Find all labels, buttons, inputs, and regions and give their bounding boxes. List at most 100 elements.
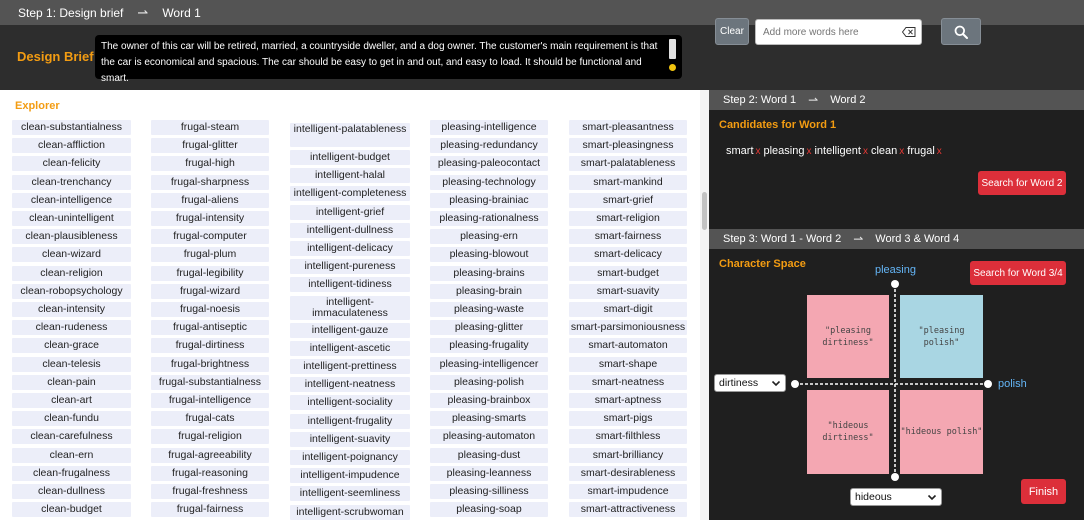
word-chip[interactable]: smart-suavity: [569, 283, 687, 299]
word-chip[interactable]: smart-fairness: [569, 229, 687, 245]
remove-icon[interactable]: x: [937, 146, 942, 157]
remove-icon[interactable]: x: [806, 146, 811, 157]
word-chip[interactable]: frugal-reasoning: [151, 465, 269, 481]
remove-icon[interactable]: x: [756, 146, 761, 157]
word-chip[interactable]: frugal-dirtiness: [151, 338, 269, 354]
word-chip[interactable]: pleasing-silliness: [430, 484, 548, 499]
word-chip[interactable]: smart-delicacy: [569, 247, 687, 263]
word-chip[interactable]: intelligent-suavity: [290, 431, 410, 447]
word-chip[interactable]: clean-intensity: [12, 302, 131, 317]
left-axis-select[interactable]: dirtiness: [714, 374, 786, 392]
word-chip[interactable]: clean-intelligence: [12, 192, 131, 208]
word-chip[interactable]: frugal-noesis: [151, 302, 269, 317]
word-chip[interactable]: smart-pigs: [569, 411, 687, 427]
bottom-axis-select[interactable]: hideous: [850, 488, 942, 506]
word-chip[interactable]: frugal-glitter: [151, 138, 269, 154]
word-chip[interactable]: smart-brilliancy: [569, 447, 687, 463]
word-chip[interactable]: pleasing-smarts: [430, 411, 548, 427]
word-chip[interactable]: intelligent-scrubwoman: [290, 504, 410, 520]
finish-button[interactable]: Finish: [1021, 479, 1066, 504]
remove-icon[interactable]: x: [863, 146, 868, 157]
word-chip[interactable]: smart-digit: [569, 302, 687, 317]
word-chip[interactable]: intelligent-pureness: [290, 259, 410, 275]
word-chip[interactable]: intelligent-seemliness: [290, 486, 410, 502]
word-chip[interactable]: intelligent-halal: [290, 168, 410, 184]
word-chip[interactable]: pleasing-brainbox: [430, 393, 548, 408]
word-chip[interactable]: intelligent-tidiness: [290, 277, 410, 293]
word-chip[interactable]: frugal-cats: [151, 411, 269, 427]
word-chip[interactable]: clean-dullness: [12, 484, 131, 499]
word-chip[interactable]: frugal-religion: [151, 429, 269, 445]
word-chip[interactable]: clean-ern: [12, 447, 131, 463]
search-button[interactable]: [941, 18, 981, 45]
word-chip[interactable]: clean-frugalness: [12, 465, 131, 481]
word-chip[interactable]: pleasing-waste: [430, 302, 548, 317]
word-chip[interactable]: frugal-brightness: [151, 356, 269, 372]
word-chip[interactable]: frugal-agreeability: [151, 447, 269, 463]
word-chip[interactable]: clean-robopsychology: [12, 283, 131, 299]
word-chip[interactable]: pleasing-dust: [430, 447, 548, 463]
word-chip[interactable]: clean-art: [12, 393, 131, 408]
word-chip[interactable]: intelligent-palatableness: [290, 123, 410, 147]
word-chip[interactable]: pleasing-brain: [430, 283, 548, 299]
word-chip[interactable]: smart-pleasantness: [569, 120, 687, 135]
word-chip[interactable]: frugal-legibility: [151, 265, 269, 281]
word-chip[interactable]: intelligent-completeness: [290, 186, 410, 202]
word-chip[interactable]: pleasing-automaton: [430, 429, 548, 445]
word-chip[interactable]: clean-rudeness: [12, 320, 131, 336]
backspace-icon[interactable]: [902, 27, 916, 37]
word-chip[interactable]: frugal-computer: [151, 229, 269, 245]
word-chip[interactable]: clean-felicity: [12, 156, 131, 172]
design-brief-textarea[interactable]: The owner of this car will be retired, m…: [95, 35, 682, 84]
word-chip[interactable]: smart-palatableness: [569, 156, 687, 172]
word-chip[interactable]: smart-religion: [569, 211, 687, 226]
word-chip[interactable]: pleasing-polish: [430, 374, 548, 390]
word-chip[interactable]: clean-grace: [12, 338, 131, 354]
word-chip[interactable]: intelligent-frugality: [290, 413, 410, 429]
word-chip[interactable]: intelligent-delicacy: [290, 241, 410, 256]
word-chip[interactable]: frugal-plum: [151, 247, 269, 263]
word-chip[interactable]: clean-trenchancy: [12, 174, 131, 190]
word-chip[interactable]: smart-automaton: [569, 338, 687, 354]
word-chip[interactable]: frugal-freshness: [151, 484, 269, 499]
word-chip[interactable]: clean-carefulness: [12, 429, 131, 445]
word-chip[interactable]: intelligent-ascetic: [290, 340, 410, 356]
word-chip[interactable]: smart-impudence: [569, 484, 687, 499]
word-chip[interactable]: pleasing-glitter: [430, 320, 548, 336]
word-chip[interactable]: clean-affliction: [12, 138, 131, 154]
word-chip[interactable]: clean-religion: [12, 265, 131, 281]
word-chip[interactable]: pleasing-soap: [430, 502, 548, 518]
word-chip[interactable]: smart-neatness: [569, 374, 687, 390]
word-chip[interactable]: intelligent-impudence: [290, 468, 410, 484]
word-chip[interactable]: smart-grief: [569, 192, 687, 208]
word-chip[interactable]: pleasing-ern: [430, 229, 548, 245]
word-chip[interactable]: frugal-sharpness: [151, 174, 269, 190]
axis-top-handle[interactable]: [891, 280, 899, 288]
word-chip[interactable]: frugal-wizard: [151, 283, 269, 299]
word-chip[interactable]: smart-shape: [569, 356, 687, 372]
word-chip[interactable]: smart-filthless: [569, 429, 687, 445]
word-chip[interactable]: intelligent-poignancy: [290, 450, 410, 465]
word-chip[interactable]: smart-parsimoniousness: [569, 320, 687, 336]
add-words-input[interactable]: [755, 19, 922, 45]
word-chip[interactable]: frugal-fairness: [151, 502, 269, 518]
axis-bottom-handle[interactable]: [891, 473, 899, 481]
word-chip[interactable]: clean-fundu: [12, 411, 131, 427]
word-chip[interactable]: clean-budget: [12, 502, 131, 518]
word-chip[interactable]: intelligent-budget: [290, 150, 410, 165]
word-chip[interactable]: intelligent-prettiness: [290, 359, 410, 374]
word-chip[interactable]: frugal-antiseptic: [151, 320, 269, 336]
word-chip[interactable]: pleasing-blowout: [430, 247, 548, 263]
word-chip[interactable]: pleasing-brainiac: [430, 192, 548, 208]
word-chip[interactable]: pleasing-redundancy: [430, 138, 548, 154]
word-chip[interactable]: frugal-substantialness: [151, 374, 269, 390]
word-chip[interactable]: smart-mankind: [569, 174, 687, 190]
word-chip[interactable]: pleasing-paleocontact: [430, 156, 548, 172]
word-chip[interactable]: frugal-aliens: [151, 192, 269, 208]
remove-icon[interactable]: x: [899, 146, 904, 157]
word-chip[interactable]: intelligent-immaculateness: [290, 295, 410, 320]
word-chip[interactable]: frugal-high: [151, 156, 269, 172]
word-chip[interactable]: intelligent-sociality: [290, 395, 410, 411]
brief-scrollbar[interactable]: [669, 39, 676, 59]
word-chip[interactable]: pleasing-leanness: [430, 465, 548, 481]
